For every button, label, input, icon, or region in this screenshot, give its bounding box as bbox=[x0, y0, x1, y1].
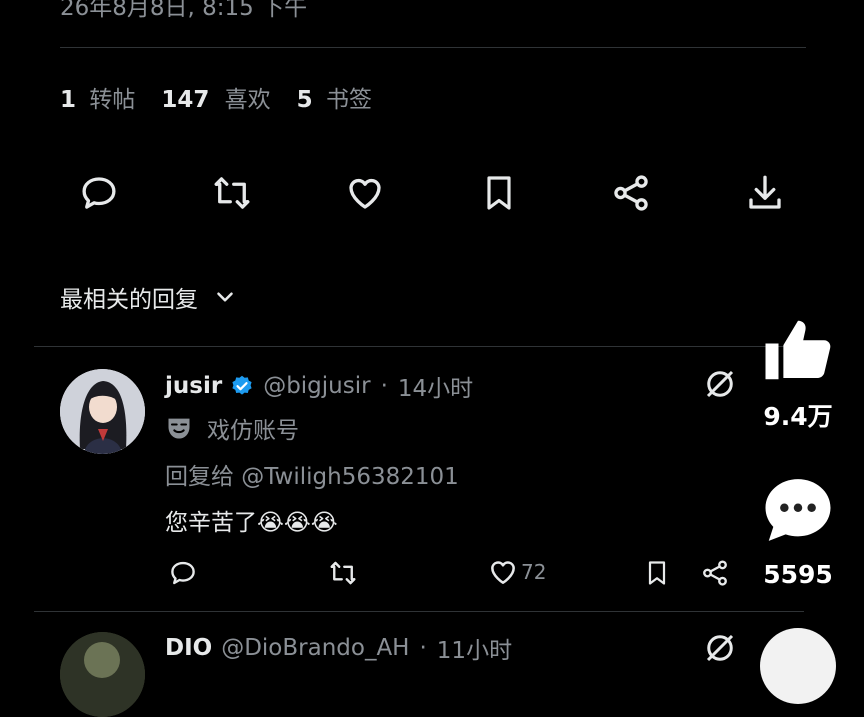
overlay-like-button[interactable] bbox=[758, 310, 838, 390]
verified-badge-icon bbox=[232, 375, 252, 395]
reply-author-name[interactable]: jusir bbox=[165, 373, 222, 399]
grok-button[interactable] bbox=[700, 628, 740, 668]
grok-icon bbox=[706, 634, 734, 662]
reply-header: DIO @DioBrando_AH · 11小时 bbox=[165, 631, 512, 665]
reply-icon bbox=[171, 561, 195, 585]
reply-like-button[interactable]: 72 bbox=[487, 556, 546, 588]
like-icon bbox=[349, 178, 381, 209]
download-icon bbox=[749, 175, 781, 209]
like-button[interactable] bbox=[342, 170, 388, 216]
thumbs-up-icon bbox=[765, 320, 831, 380]
download-button[interactable] bbox=[742, 170, 788, 216]
anime-girl-avatar-icon bbox=[60, 369, 145, 454]
reply-comment-button[interactable] bbox=[166, 556, 200, 590]
divider-replies bbox=[34, 346, 804, 347]
reply-author-name[interactable]: DIO bbox=[165, 635, 212, 661]
reply-to[interactable]: 回复给 @Twiligh56382101 bbox=[165, 457, 459, 491]
reply-author-handle[interactable]: @DioBrando_AH bbox=[221, 635, 409, 661]
overlay-like-count: 9.4万 bbox=[763, 402, 833, 431]
bookmark-icon bbox=[487, 176, 511, 210]
divider-reply-2 bbox=[34, 611, 804, 612]
reply-author-handle[interactable]: @bigjusir bbox=[263, 373, 370, 399]
chevron-down-icon bbox=[217, 292, 233, 302]
share-button[interactable] bbox=[608, 170, 654, 216]
retweet-icon bbox=[214, 177, 250, 209]
avatar[interactable] bbox=[60, 369, 145, 454]
reply-text: 您辛苦了😭😭😭 bbox=[165, 510, 338, 536]
share-icon bbox=[614, 175, 648, 211]
replies-sort-label: 最相关的回复 bbox=[60, 287, 198, 313]
parody-label: 戏仿账号 bbox=[165, 411, 299, 445]
reply-header: jusir @bigjusir · 14小时 bbox=[165, 369, 473, 403]
dot-separator: · bbox=[380, 373, 388, 399]
grok-button[interactable] bbox=[700, 364, 740, 404]
bookmark-stat[interactable]: 5 书签 bbox=[297, 80, 372, 114]
reply-time: 11小时 bbox=[436, 638, 513, 664]
overlay-comment-count: 5595 bbox=[763, 560, 833, 589]
parody-label-text: 戏仿账号 bbox=[207, 418, 299, 444]
replies-sort-dropdown[interactable]: 最相关的回复 bbox=[60, 280, 238, 314]
retweet-stat[interactable]: 1 转帖 bbox=[60, 80, 135, 114]
tweet-timestamp: 26年8月8日, 8:15 下午 bbox=[60, 0, 308, 21]
reply-time: 14小时 bbox=[397, 376, 474, 402]
reply-retweet-button[interactable] bbox=[325, 556, 361, 590]
reply-icon bbox=[82, 177, 116, 209]
avatar-image-icon bbox=[60, 632, 145, 717]
grok-icon bbox=[706, 370, 734, 398]
dot-separator: · bbox=[419, 635, 427, 661]
like-icon bbox=[491, 561, 515, 584]
overlay-comment-button[interactable] bbox=[758, 470, 838, 550]
theater-mask-icon bbox=[168, 418, 190, 439]
share-icon bbox=[703, 560, 727, 586]
reply-like-count: 72 bbox=[521, 560, 547, 584]
reply-share-button[interactable] bbox=[698, 556, 732, 590]
bookmark-icon bbox=[648, 561, 666, 585]
tweet-stats: 1 转帖 147 喜欢 5 书签 bbox=[60, 80, 372, 114]
like-stat[interactable]: 147 喜欢 bbox=[161, 80, 270, 114]
retweet-icon bbox=[330, 561, 356, 585]
divider-top bbox=[60, 47, 806, 48]
reply-bookmark-button[interactable] bbox=[640, 556, 674, 590]
retweet-button[interactable] bbox=[208, 170, 256, 216]
avatar[interactable] bbox=[60, 632, 145, 717]
reply-button[interactable] bbox=[76, 170, 122, 216]
overlay-third-button[interactable] bbox=[760, 628, 836, 704]
comment-bubble-icon bbox=[765, 479, 831, 541]
bookmark-button[interactable] bbox=[476, 170, 522, 216]
